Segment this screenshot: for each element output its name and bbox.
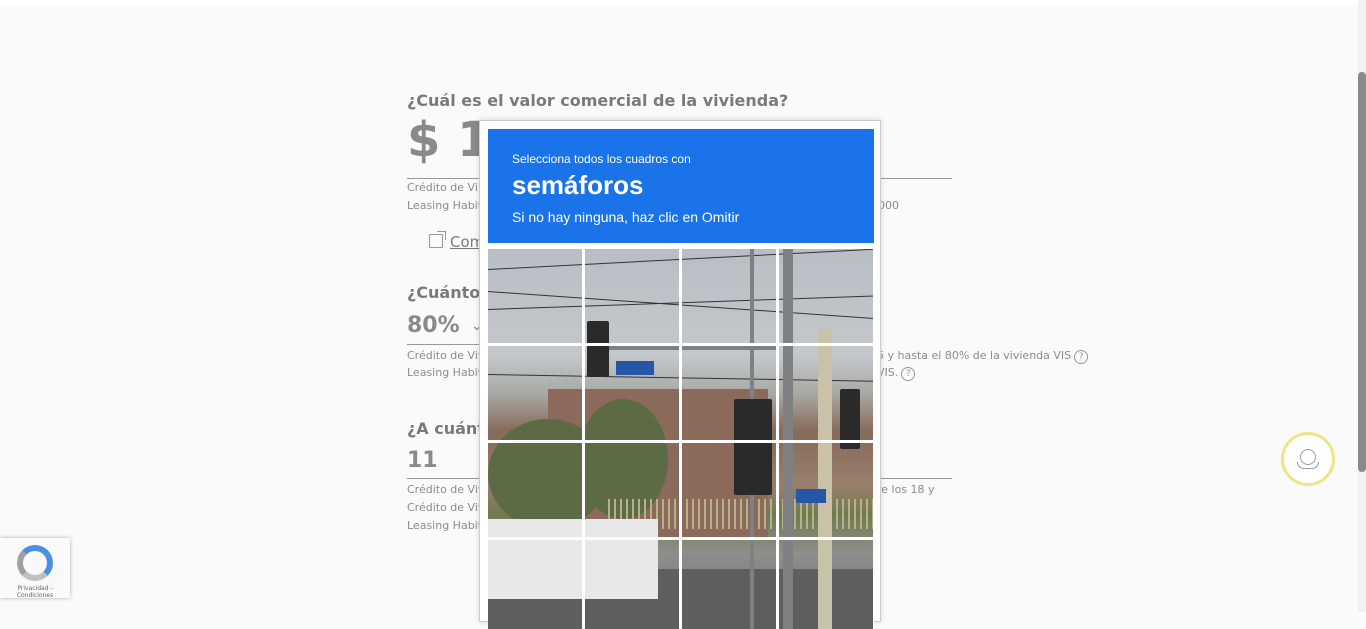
top-bar [0, 0, 1358, 6]
percentage-select[interactable]: 80% [407, 313, 460, 338]
hint-credit: Crédito de Vi [407, 181, 478, 194]
recaptcha-links[interactable]: Privacidad - Condiciones [0, 585, 70, 599]
term-input[interactable]: 11 [407, 448, 438, 473]
captcha-target: semáforos [512, 170, 644, 200]
captcha-tile[interactable] [488, 249, 585, 346]
captcha-skip-hint: Si no hay ninguna, haz clic en Omitir [512, 209, 740, 225]
captcha-tile[interactable] [488, 346, 585, 443]
hint-credit-tail: 5 y hasta el 80% de la vivienda VIS? [877, 349, 1089, 364]
captcha-tile[interactable] [585, 346, 682, 443]
hint-credit-tail-text: 5 y hasta el 80% de la vivienda VIS [877, 349, 1072, 362]
scrollbar-thumb[interactable] [1358, 72, 1366, 472]
help-icon[interactable]: ? [901, 367, 916, 381]
captcha-tile[interactable] [779, 443, 874, 540]
captcha-tile[interactable] [682, 443, 779, 540]
hint-leasing: Leasing Habit [407, 366, 483, 379]
hint-credit: Crédito de Viv [407, 349, 485, 362]
captcha-image-grid [488, 249, 874, 629]
help-icon[interactable]: ? [1074, 350, 1089, 364]
advisor-chat-button[interactable] [1281, 432, 1335, 486]
hint-leasing: Leasing Habit [407, 519, 483, 532]
captcha-instruction: Selecciona todos los cuadros con [512, 152, 691, 166]
captcha-tile[interactable] [779, 540, 874, 629]
captcha-tile[interactable] [682, 249, 779, 346]
divider [407, 344, 479, 345]
question-home-value: ¿Cuál es el valor comercial de la vivien… [407, 91, 789, 110]
captcha-header: Selecciona todos los cuadros con semáfor… [488, 129, 874, 243]
captcha-tile[interactable] [585, 443, 682, 540]
home-value-input[interactable]: $ 1 [407, 112, 491, 168]
captcha-dialog: Selecciona todos los cuadros con semáfor… [479, 120, 881, 629]
hint-leasing-tail: VIS.? [877, 366, 916, 381]
captcha-tile[interactable] [585, 540, 682, 629]
captcha-tile[interactable] [779, 249, 874, 346]
hint-leasing-tail: 000 [878, 199, 899, 212]
captcha-tile[interactable] [682, 540, 779, 629]
headset-icon [1297, 449, 1319, 469]
captcha-tile[interactable] [779, 346, 874, 443]
external-link-icon [429, 231, 446, 248]
hint-credit-2: Crédito de Viv [407, 501, 485, 514]
hint-credit: Crédito de Viv [407, 483, 485, 496]
recaptcha-badge[interactable]: Privacidad - Condiciones [0, 538, 70, 599]
recaptcha-logo-icon [17, 545, 53, 581]
hint-leasing: Leasing Habit [407, 199, 483, 212]
scrollbar-track[interactable] [1358, 0, 1366, 612]
hint-credit-tail: re los 18 y [877, 483, 935, 496]
captcha-tile[interactable] [488, 540, 585, 629]
captcha-tile[interactable] [682, 346, 779, 443]
captcha-tile[interactable] [585, 249, 682, 346]
captcha-tile[interactable] [488, 443, 585, 540]
